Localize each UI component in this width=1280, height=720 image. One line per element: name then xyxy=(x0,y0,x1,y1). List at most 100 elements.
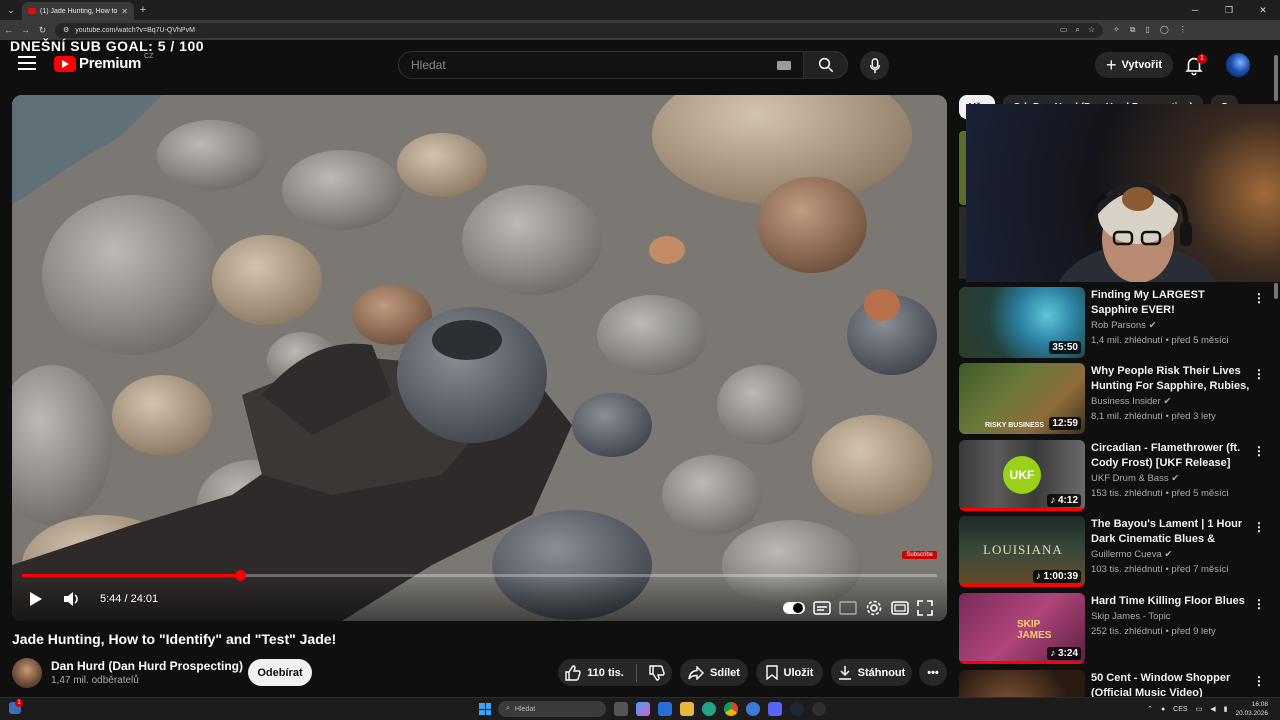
file-explorer-icon[interactable] xyxy=(680,702,694,716)
search-button[interactable] xyxy=(804,51,848,79)
recommendation-item[interactable]: SKIP JAMES ♪ 3:24 Hard Time Killing Floo… xyxy=(959,593,1271,665)
copilot-icon[interactable] xyxy=(636,702,650,716)
more-options-icon[interactable]: ⋮ xyxy=(1253,597,1265,611)
channel-name[interactable]: Dan Hurd (Dan Hurd Prospecting) xyxy=(51,659,243,673)
zoom-icon[interactable]: ⌕ xyxy=(1075,25,1079,35)
thumbs-down-icon[interactable] xyxy=(649,664,665,681)
clock[interactable]: 16:08 20.03.2026 xyxy=(1235,700,1268,718)
recommendation-item[interactable]: LOUISIANA ♪ 1:00:39 The Bayou's Lament |… xyxy=(959,516,1271,588)
video-title[interactable]: Finding My LARGEST Sapphire EVER! xyxy=(1091,288,1251,318)
more-options-icon[interactable]: ⋮ xyxy=(1253,674,1265,688)
keyboard-icon[interactable] xyxy=(777,61,791,70)
browser-app-icon[interactable] xyxy=(746,702,760,716)
sidebar-scrollbar-thumb[interactable] xyxy=(1274,283,1278,299)
page-scrollbar-thumb[interactable] xyxy=(1274,55,1278,101)
tray-chevron-icon[interactable]: ⌃ xyxy=(1147,705,1153,713)
channel-name[interactable]: Business Insider ✔ xyxy=(1091,396,1171,407)
like-count[interactable]: 110 tis. xyxy=(587,667,624,679)
autoplay-toggle[interactable] xyxy=(783,602,805,614)
thumbs-up-icon[interactable] xyxy=(565,664,581,681)
recommendation-item[interactable]: 50 Cent - Window Shopper (Official Music… xyxy=(959,670,1271,697)
channel-avatar[interactable] xyxy=(12,658,42,688)
more-options-icon[interactable]: ⋮ xyxy=(1253,520,1265,534)
recommendation-item[interactable]: 35:50 Finding My LARGEST Sapphire EVER! … xyxy=(959,287,1271,359)
video-title[interactable]: The Bayou's Lament | 1 Hour Dark Cinemat… xyxy=(1091,517,1251,547)
save-button[interactable]: Uložit xyxy=(756,659,823,686)
close-tab-icon[interactable]: ✕ xyxy=(121,7,128,16)
steam-icon[interactable] xyxy=(790,702,804,716)
language-indicator[interactable]: CES xyxy=(1173,706,1187,713)
volume-tray-icon[interactable]: ◀ xyxy=(1210,705,1215,713)
settings-gear-icon[interactable] xyxy=(865,599,883,617)
youtube-logo[interactable]: Premium CZ xyxy=(54,53,153,72)
play-button[interactable] xyxy=(18,581,54,617)
chrome-icon[interactable] xyxy=(724,702,738,716)
video-thumbnail[interactable]: 35:50 xyxy=(959,287,1085,358)
create-button[interactable]: + Vytvořit xyxy=(1095,52,1173,78)
video-title[interactable]: 50 Cent - Window Shopper (Official Music… xyxy=(1091,671,1251,697)
tab-list-icon[interactable]: ⌄ xyxy=(0,0,22,20)
miniplayer-icon[interactable] xyxy=(839,601,857,615)
channel-name[interactable]: Rob Parsons ✔ xyxy=(1091,320,1157,331)
subscribe-button[interactable]: Odebírat xyxy=(248,659,312,686)
more-options-icon[interactable]: ⋮ xyxy=(1253,367,1265,381)
back-icon[interactable]: ← xyxy=(0,25,17,35)
channel-name[interactable]: Guillermo Cueva ✔ xyxy=(1091,549,1172,560)
store-icon[interactable] xyxy=(658,702,672,716)
subscribe-watermark[interactable]: Subscribe xyxy=(902,551,937,559)
video-title[interactable]: Circadian - Flamethrower (ft. Cody Frost… xyxy=(1091,441,1251,471)
video-thumbnail[interactable]: UKF ♪ 4:12 xyxy=(959,440,1085,511)
profile-icon[interactable]: ◯ xyxy=(1160,25,1169,35)
share-button[interactable]: Sdílet xyxy=(680,659,748,686)
discord-icon[interactable] xyxy=(768,702,782,716)
thumbnail-caption: LOUISIANA xyxy=(983,542,1063,557)
more-actions-button[interactable]: ••• xyxy=(919,659,947,686)
fullscreen-icon[interactable] xyxy=(917,600,933,616)
download-button[interactable]: Stáhnout xyxy=(831,659,912,686)
battery-icon[interactable]: ▮ xyxy=(1224,705,1228,713)
restore-icon[interactable]: ❐ xyxy=(1212,0,1246,20)
video-thumbnail[interactable]: RISKY BUSINESS 12:59 xyxy=(959,363,1085,434)
channel-name[interactable]: Skip James - Topic xyxy=(1091,611,1171,622)
forward-icon[interactable]: → xyxy=(17,25,34,35)
microphone-tray-icon[interactable]: ● xyxy=(1161,706,1165,713)
video-thumbnail[interactable]: SKIP JAMES ♪ 3:24 xyxy=(959,593,1085,664)
video-thumbnail[interactable] xyxy=(959,670,1085,697)
theater-mode-icon[interactable] xyxy=(891,601,909,615)
recommendation-item[interactable]: RISKY BUSINESS 12:59 Why People Risk The… xyxy=(959,363,1271,435)
task-view-icon[interactable] xyxy=(614,702,628,716)
extensions-puzzle-icon[interactable]: ⧉ xyxy=(1130,25,1136,35)
url-field[interactable]: ⚙ youtube.com/watch?v=Bq7U-QVhPvM ▭ ⌕ ☆ xyxy=(55,22,1103,38)
recommendation-item[interactable]: UKF ♪ 4:12 Circadian - Flamethrower (ft.… xyxy=(959,440,1271,512)
video-player[interactable]: Subscribe 5:44 / 24:01 xyxy=(12,95,947,621)
bookmark-star-icon[interactable]: ☆ xyxy=(1088,25,1095,35)
extension-icon[interactable]: ✧ xyxy=(1113,25,1120,35)
video-title[interactable]: Why People Risk Their Lives Hunting For … xyxy=(1091,364,1251,394)
network-icon[interactable]: ▭ xyxy=(1196,705,1203,713)
browser-tab[interactable]: (1) Jade Hunting, How to "Iden ✕ xyxy=(22,2,134,20)
volume-button[interactable] xyxy=(54,581,90,617)
windows-start-icon[interactable] xyxy=(479,703,491,715)
reload-icon[interactable]: ↻ xyxy=(34,25,51,36)
minimize-icon[interactable]: ─ xyxy=(1178,0,1212,20)
obs-icon[interactable] xyxy=(812,702,826,716)
more-options-icon[interactable]: ⋮ xyxy=(1253,291,1265,305)
video-thumbnail[interactable]: LOUISIANA ♪ 1:00:39 xyxy=(959,516,1085,587)
channel-name[interactable]: UKF Drum & Bass ✔ xyxy=(1091,473,1179,484)
site-info-icon[interactable]: ⚙ xyxy=(63,26,69,34)
taskbar-search-input[interactable]: ⌕ Hledat xyxy=(498,701,606,717)
search-input[interactable]: Hledat xyxy=(398,51,804,79)
voice-search-button[interactable] xyxy=(860,51,889,80)
edge-browser-icon[interactable] xyxy=(702,702,716,716)
cast-icon[interactable]: ▭ xyxy=(1060,25,1068,35)
split-view-icon[interactable]: ▯ xyxy=(1145,25,1149,35)
new-tab-icon[interactable]: + xyxy=(134,4,152,16)
video-duration: ♪ 1:00:39 xyxy=(1032,570,1081,583)
account-avatar[interactable] xyxy=(1226,53,1250,77)
menu-icon[interactable]: ⋮ xyxy=(1179,25,1187,35)
more-options-icon[interactable]: ⋮ xyxy=(1253,444,1265,458)
hamburger-menu-icon[interactable] xyxy=(18,56,36,70)
video-title[interactable]: Hard Time Killing Floor Blues xyxy=(1091,594,1251,609)
close-window-icon[interactable]: ✕ xyxy=(1246,0,1280,20)
subtitles-icon[interactable] xyxy=(813,601,831,615)
